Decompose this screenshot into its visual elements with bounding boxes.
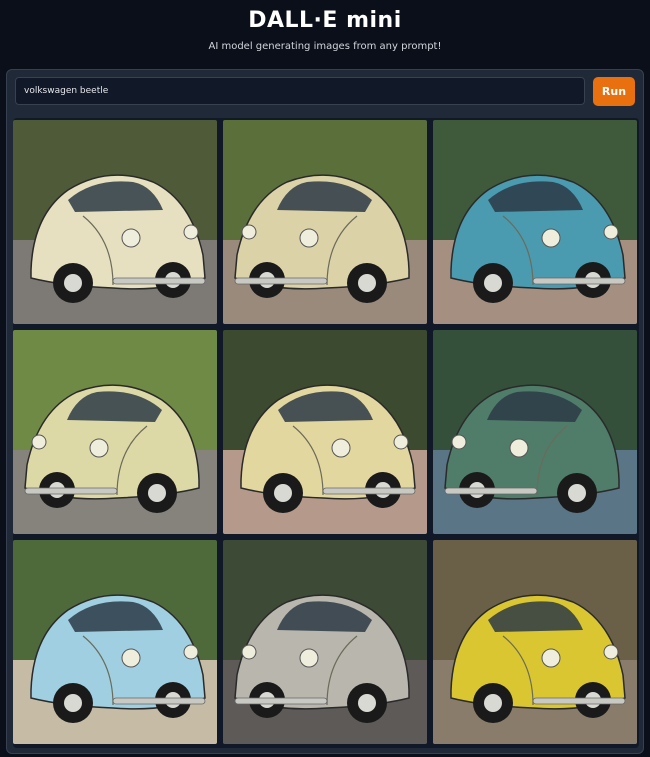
generated-image[interactable] [223, 540, 427, 744]
prompt-input[interactable] [15, 77, 585, 105]
app-title: DALL·E mini [248, 8, 402, 33]
generated-image[interactable] [223, 330, 427, 534]
generated-image[interactable] [223, 120, 427, 324]
generated-image[interactable] [433, 540, 637, 744]
prompt-row: Run [15, 77, 635, 107]
image-gallery [13, 118, 639, 748]
generated-image[interactable] [13, 120, 217, 324]
app-header: DALL·E mini AI model generating images f… [0, 0, 650, 70]
main-panel: Run [6, 69, 644, 754]
generated-image[interactable] [433, 120, 637, 324]
generated-image[interactable] [13, 540, 217, 744]
app-subtitle: AI model generating images from any prom… [208, 41, 442, 52]
run-button[interactable]: Run [593, 77, 635, 106]
generated-image[interactable] [433, 330, 637, 534]
generated-image[interactable] [13, 330, 217, 534]
